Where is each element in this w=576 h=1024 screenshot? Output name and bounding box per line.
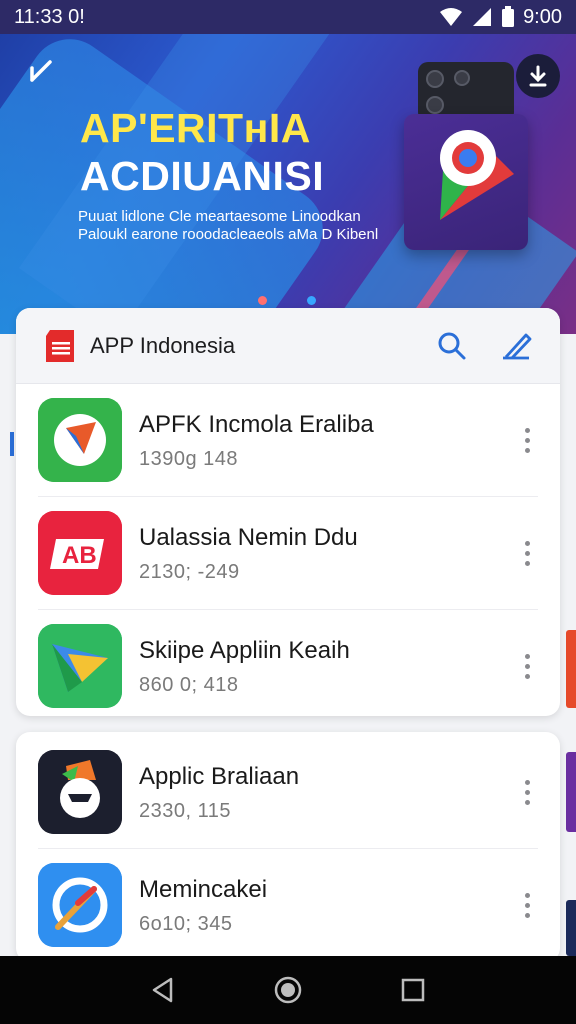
search-button[interactable] xyxy=(432,326,472,366)
more-options-icon[interactable] xyxy=(512,646,542,686)
compass-blue-app-icon xyxy=(38,863,122,947)
store-logo-icon xyxy=(44,328,78,364)
nav-back-icon xyxy=(152,977,172,1003)
mascot-app-icon xyxy=(38,750,122,834)
more-options-icon[interactable] xyxy=(512,420,542,460)
more-options-icon[interactable] xyxy=(512,772,542,812)
download-icon xyxy=(529,65,547,87)
map-pin-icon xyxy=(440,130,514,220)
carousel-dots xyxy=(258,296,316,305)
edge-peek-1 xyxy=(566,630,576,708)
app-meta: 2130; -249 xyxy=(139,560,240,583)
app-list-card-2: Applic Braliaan 2330, 115 Memincakei 6o1… xyxy=(16,732,560,962)
back-button[interactable] xyxy=(24,56,58,90)
nav-home-button[interactable] xyxy=(268,970,308,1010)
nav-recents-button[interactable] xyxy=(393,970,433,1010)
status-clock-right: 9:00 xyxy=(523,5,562,28)
search-icon xyxy=(438,332,466,359)
list-item[interactable]: Applic Braliaan 2330, 115 xyxy=(16,736,560,848)
list-item[interactable]: APFK Incmola Eraliba 1390g 148 xyxy=(16,384,560,496)
play-app-icon xyxy=(38,624,122,708)
app-name: Applic Braliaan xyxy=(139,762,300,790)
app-meta: 860 0; 418 xyxy=(139,673,239,696)
edge-peek-3 xyxy=(566,900,576,956)
app-name: Memincakei xyxy=(139,875,268,903)
ab-app-icon: AB xyxy=(38,511,122,595)
phone-illustration xyxy=(418,62,514,122)
nav-home-icon xyxy=(274,976,302,1004)
app-list-card: APP Indonesia APFK Incmola Eraliba 1390g… xyxy=(16,308,560,716)
hero-title-line1: AP'ERITʜIA xyxy=(80,105,311,151)
nav-back-button[interactable] xyxy=(143,970,183,1010)
edit-icon xyxy=(503,333,532,359)
status-bar: 11:33 0! 9:00 xyxy=(0,0,576,34)
svg-text:AB: AB xyxy=(62,542,97,569)
app-name: APFK Incmola Eraliba xyxy=(139,410,374,438)
signal-icon xyxy=(473,8,492,26)
more-options-icon[interactable] xyxy=(512,533,542,573)
compass-app-icon xyxy=(38,398,122,482)
edge-tab-left xyxy=(10,432,14,456)
store-title: APP Indonesia xyxy=(90,332,236,358)
wifi-icon xyxy=(440,8,463,26)
hero-subtitle: Puuat lidlone Cle meartaesome Linoodkan … xyxy=(78,208,379,243)
list-item[interactable]: Memincakei 6o10; 345 xyxy=(16,849,560,961)
edge-peek-2 xyxy=(566,752,576,832)
nav-recents-icon xyxy=(402,978,425,1002)
hero-title-line2: ACDIUANISI xyxy=(80,153,325,199)
back-arrow-icon xyxy=(30,60,52,82)
edit-button[interactable] xyxy=(496,326,536,366)
list-item[interactable]: Skiipe Appliin Keaih 860 0; 418 xyxy=(16,610,560,716)
status-time: 11:33 0! xyxy=(14,5,85,28)
download-button[interactable] xyxy=(516,54,560,98)
app-meta: 6o10; 345 xyxy=(139,912,233,935)
system-nav-bar xyxy=(0,956,576,1024)
app-name: Skiipe Appliin Keaih xyxy=(139,636,350,664)
app-bag-illustration xyxy=(404,114,528,250)
app-name: Ualassia Nemin Ddu xyxy=(139,523,358,551)
list-item[interactable]: AB Ualassia Nemin Ddu 2130; -249 xyxy=(16,497,560,609)
battery-icon xyxy=(502,6,515,27)
store-header: APP Indonesia xyxy=(16,308,560,384)
more-options-icon[interactable] xyxy=(512,885,542,925)
app-meta: 2330, 115 xyxy=(139,799,231,822)
hero-title: AP'ERITʜIA ACDIUANISI xyxy=(80,104,324,200)
app-meta: 1390g 148 xyxy=(139,447,239,470)
